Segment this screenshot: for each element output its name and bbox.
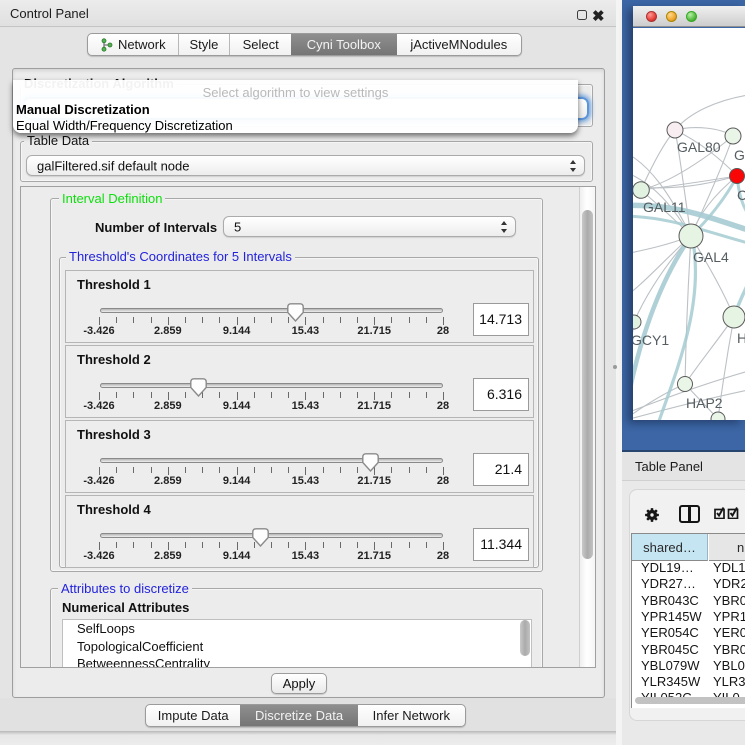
svg-text:HAP2: HAP2: [686, 395, 723, 411]
svg-text:GA: GA: [734, 147, 745, 163]
svg-text:GAL11: GAL11: [643, 199, 686, 215]
svg-text:H: H: [737, 330, 745, 346]
svg-text:GAL4: GAL4: [693, 249, 729, 265]
svg-text:GAL80: GAL80: [677, 139, 721, 155]
svg-text:C: C: [737, 187, 745, 203]
svg-text:GCY1: GCY1: [633, 332, 669, 348]
